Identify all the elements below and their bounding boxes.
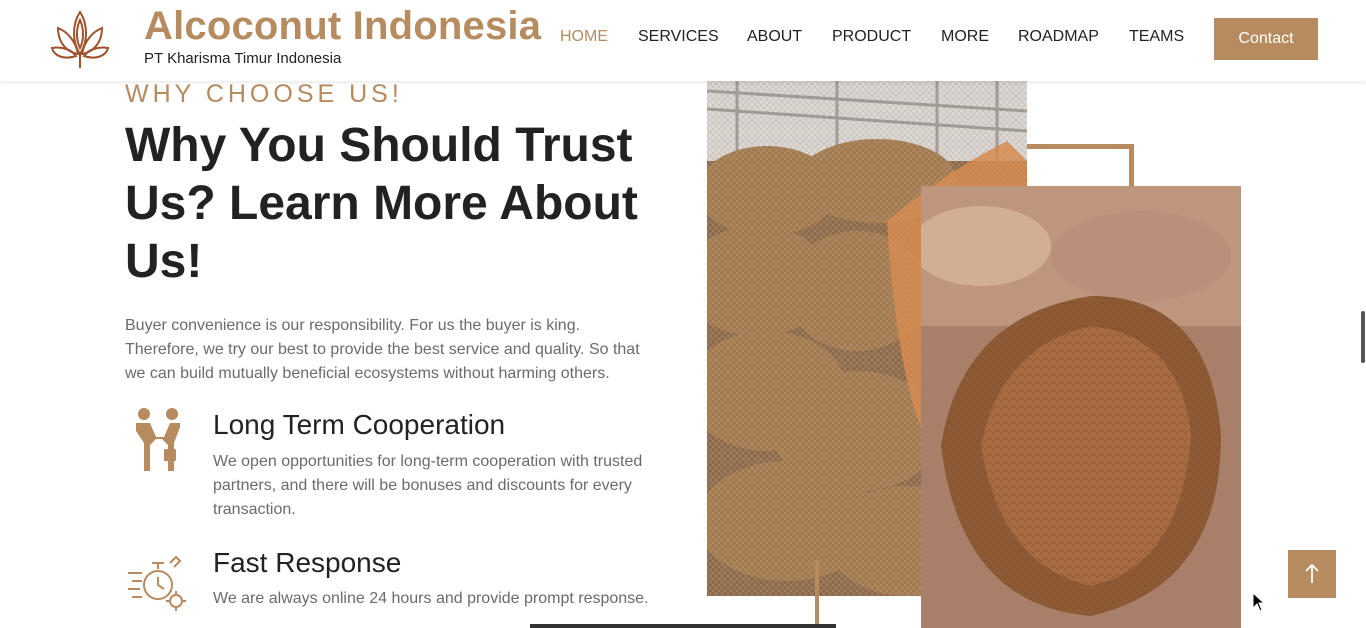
nav-services[interactable]: SERVICES — [638, 28, 719, 46]
decorative-frame-top — [1027, 144, 1134, 186]
lotus-leaf-icon[interactable] — [50, 8, 110, 70]
section-intro: Buyer convenience is our responsibility.… — [125, 317, 640, 382]
nav-roadmap[interactable]: ROADMAP — [1018, 28, 1099, 46]
decorative-frame-bottom — [815, 560, 819, 624]
fast-clock-gear-icon — [128, 555, 186, 611]
feature-title-cooperation: Long Term Cooperation — [213, 409, 506, 440]
feature-title-response: Fast Response — [213, 547, 402, 578]
mouse-cursor-icon — [1252, 592, 1266, 612]
section-eyebrow: WHY CHOOSE US! — [125, 80, 403, 108]
handshake-icon — [136, 408, 180, 471]
site-header: Alcoconut Indonesia PT Kharisma Timur In… — [0, 0, 1366, 81]
nav-home[interactable]: HOME — [560, 28, 608, 46]
scroll-to-top-button[interactable] — [1288, 550, 1336, 598]
nav-teams[interactable]: TEAMS — [1129, 28, 1184, 46]
feature-desc-cooperation: We open opportunities for long-term coop… — [213, 453, 643, 518]
coconut-husk-photo — [921, 186, 1241, 628]
nav-more[interactable]: MORE — [941, 28, 989, 46]
section-heading: Why You Should Trust Us? Learn More Abou… — [125, 119, 638, 288]
nav-product[interactable]: PRODUCT — [832, 28, 911, 46]
contact-button[interactable]: Contact — [1214, 18, 1318, 60]
brand-subtitle: PT Kharisma Timur Indonesia — [144, 50, 342, 67]
nav-about[interactable]: ABOUT — [747, 28, 802, 46]
feature-desc-response: We are always online 24 hours and provid… — [213, 590, 649, 607]
arrow-up-icon — [1305, 563, 1319, 583]
section-divider — [530, 624, 836, 628]
brand-title[interactable]: Alcoconut Indonesia — [144, 4, 541, 49]
page-scrollbar-thumb[interactable] — [1361, 311, 1365, 363]
